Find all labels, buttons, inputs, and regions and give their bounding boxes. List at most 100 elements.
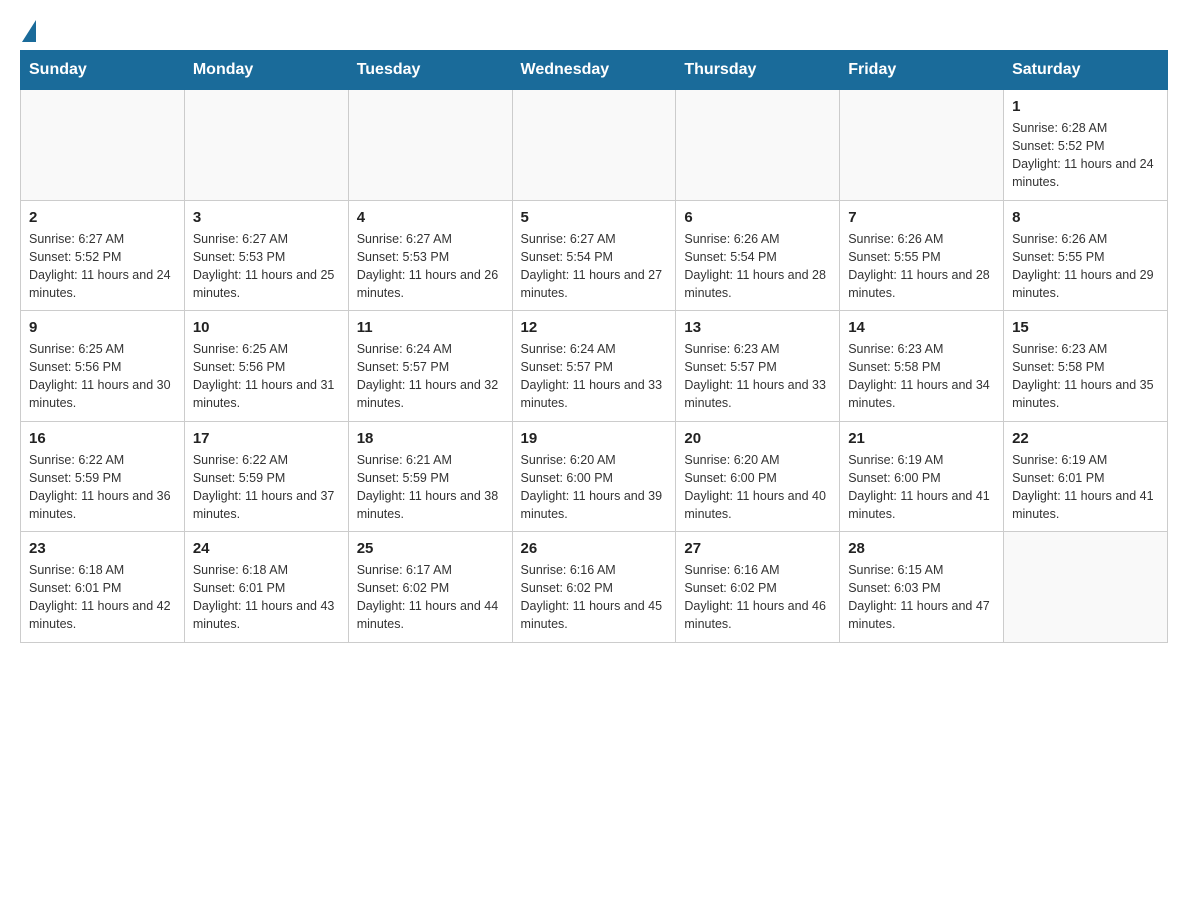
calendar-cell: 16Sunrise: 6:22 AM Sunset: 5:59 PM Dayli… <box>21 421 185 532</box>
day-info: Sunrise: 6:23 AM Sunset: 5:58 PM Dayligh… <box>1012 340 1159 413</box>
calendar-cell: 12 Sunrise: 6:24 AM Sunset: 5:57 PM Dayli… <box>512 311 676 422</box>
day-number: 28 <box>848 540 995 557</box>
day-info: Sunrise: 6:16 AM Sunset: 6:02 PM Dayligh… <box>684 561 831 634</box>
day-info: Sunrise: 6:21 AM Sunset: 5:59 PM Dayligh… <box>357 451 504 524</box>
day-header-thursday: Thursday <box>676 51 840 90</box>
day-number: 21 <box>848 430 995 447</box>
day-info: Sunrise: 6:26 AM Sunset: 5:54 PM Dayligh… <box>684 230 831 303</box>
day-number: 6 <box>684 209 831 226</box>
day-header-sunday: Sunday <box>21 51 185 90</box>
calendar-cell: 23 Sunrise: 6:18 AM Sunset: 6:01 PM Dayli… <box>21 532 185 643</box>
day-number: 10 <box>193 319 340 336</box>
calendar-cell <box>840 90 1004 201</box>
day-number: 19 <box>521 430 668 447</box>
calendar-cell: 28 Sunrise: 6:15 AM Sunset: 6:03 PM Dayli… <box>840 532 1004 643</box>
calendar-cell: 21 Sunrise: 6:19 AM Sunset: 6:00 PM Dayli… <box>840 421 1004 532</box>
day-info: Sunrise: 6:27 AM Sunset: 5:53 PM Dayligh… <box>357 230 504 303</box>
calendar-cell: 9 Sunrise: 6:25 AM Sunset: 5:56 PM Daylig… <box>21 311 185 422</box>
day-number: 14 <box>848 319 995 336</box>
calendar-cell: 4 Sunrise: 6:27 AM Sunset: 5:53 PM Daylig… <box>348 200 512 311</box>
day-info: Sunrise: 6:25 AM Sunset: 5:56 PM Dayligh… <box>193 340 340 413</box>
page-header <box>20 20 1168 40</box>
day-info: Sunrise: 6:27 AM Sunset: 5:53 PM Dayligh… <box>193 230 340 303</box>
day-number: 4 <box>357 209 504 226</box>
day-number: 22 <box>1012 430 1159 447</box>
calendar-cell: 26 Sunrise: 6:16 AM Sunset: 6:02 PM Dayli… <box>512 532 676 643</box>
calendar-cell: 3 Sunrise: 6:27 AM Sunset: 5:53 PM Daylig… <box>184 200 348 311</box>
day-info: Sunrise: 6:26 AM Sunset: 5:55 PM Dayligh… <box>848 230 995 303</box>
week-row-4: 16Sunrise: 6:22 AM Sunset: 5:59 PM Dayli… <box>21 421 1168 532</box>
day-info: Sunrise: 6:18 AM Sunset: 6:01 PM Dayligh… <box>193 561 340 634</box>
day-info: Sunrise: 6:20 AM Sunset: 6:00 PM Dayligh… <box>684 451 831 524</box>
day-number: 16 <box>29 430 176 447</box>
calendar-cell: 20 Sunrise: 6:20 AM Sunset: 6:00 PM Dayli… <box>676 421 840 532</box>
calendar-cell: 22 Sunrise: 6:19 AM Sunset: 6:01 PM Dayli… <box>1004 421 1168 532</box>
calendar-cell: 11Sunrise: 6:24 AM Sunset: 5:57 PM Dayli… <box>348 311 512 422</box>
day-number: 20 <box>684 430 831 447</box>
day-number: 17 <box>193 430 340 447</box>
day-info: Sunrise: 6:26 AM Sunset: 5:55 PM Dayligh… <box>1012 230 1159 303</box>
calendar-cell <box>1004 532 1168 643</box>
calendar-cell: 1 Sunrise: 6:28 AM Sunset: 5:52 PM Daylig… <box>1004 90 1168 201</box>
calendar-cell: 18 Sunrise: 6:21 AM Sunset: 5:59 PM Dayli… <box>348 421 512 532</box>
week-row-1: 1 Sunrise: 6:28 AM Sunset: 5:52 PM Daylig… <box>21 90 1168 201</box>
calendar-cell: 2 Sunrise: 6:27 AM Sunset: 5:52 PM Daylig… <box>21 200 185 311</box>
day-number: 23 <box>29 540 176 557</box>
week-row-5: 23 Sunrise: 6:18 AM Sunset: 6:01 PM Dayli… <box>21 532 1168 643</box>
calendar-cell <box>512 90 676 201</box>
day-number: 26 <box>521 540 668 557</box>
days-of-week-row: SundayMondayTuesdayWednesdayThursdayFrid… <box>21 51 1168 90</box>
day-info: Sunrise: 6:20 AM Sunset: 6:00 PM Dayligh… <box>521 451 668 524</box>
calendar-cell: 10 Sunrise: 6:25 AM Sunset: 5:56 PM Dayli… <box>184 311 348 422</box>
day-number: 27 <box>684 540 831 557</box>
day-number: 18 <box>357 430 504 447</box>
day-number: 3 <box>193 209 340 226</box>
day-info: Sunrise: 6:27 AM Sunset: 5:52 PM Dayligh… <box>29 230 176 303</box>
calendar-cell: 13 Sunrise: 6:23 AM Sunset: 5:57 PM Dayli… <box>676 311 840 422</box>
day-header-monday: Monday <box>184 51 348 90</box>
calendar-cell: 6 Sunrise: 6:26 AM Sunset: 5:54 PM Daylig… <box>676 200 840 311</box>
calendar-table: SundayMondayTuesdayWednesdayThursdayFrid… <box>20 50 1168 643</box>
day-info: Sunrise: 6:16 AM Sunset: 6:02 PM Dayligh… <box>521 561 668 634</box>
day-info: Sunrise: 6:24 AM Sunset: 5:57 PM Dayligh… <box>357 340 504 413</box>
logo-triangle-icon <box>22 20 36 42</box>
day-number: 25 <box>357 540 504 557</box>
day-header-friday: Friday <box>840 51 1004 90</box>
calendar-cell: 8 Sunrise: 6:26 AM Sunset: 5:55 PM Daylig… <box>1004 200 1168 311</box>
day-number: 8 <box>1012 209 1159 226</box>
day-number: 12 <box>521 319 668 336</box>
day-number: 7 <box>848 209 995 226</box>
calendar-header: SundayMondayTuesdayWednesdayThursdayFrid… <box>21 51 1168 90</box>
day-info: Sunrise: 6:24 AM Sunset: 5:57 PM Dayligh… <box>521 340 668 413</box>
day-info: Sunrise: 6:19 AM Sunset: 6:01 PM Dayligh… <box>1012 451 1159 524</box>
day-info: Sunrise: 6:15 AM Sunset: 6:03 PM Dayligh… <box>848 561 995 634</box>
day-info: Sunrise: 6:23 AM Sunset: 5:57 PM Dayligh… <box>684 340 831 413</box>
calendar-cell: 7 Sunrise: 6:26 AM Sunset: 5:55 PM Daylig… <box>840 200 1004 311</box>
day-number: 13 <box>684 319 831 336</box>
calendar-cell <box>21 90 185 201</box>
calendar-cell: 14 Sunrise: 6:23 AM Sunset: 5:58 PM Dayli… <box>840 311 1004 422</box>
week-row-2: 2 Sunrise: 6:27 AM Sunset: 5:52 PM Daylig… <box>21 200 1168 311</box>
calendar-cell <box>184 90 348 201</box>
calendar-body: 1 Sunrise: 6:28 AM Sunset: 5:52 PM Daylig… <box>21 90 1168 643</box>
day-info: Sunrise: 6:18 AM Sunset: 6:01 PM Dayligh… <box>29 561 176 634</box>
day-number: 15 <box>1012 319 1159 336</box>
day-info: Sunrise: 6:25 AM Sunset: 5:56 PM Dayligh… <box>29 340 176 413</box>
day-info: Sunrise: 6:19 AM Sunset: 6:00 PM Dayligh… <box>848 451 995 524</box>
week-row-3: 9 Sunrise: 6:25 AM Sunset: 5:56 PM Daylig… <box>21 311 1168 422</box>
day-header-wednesday: Wednesday <box>512 51 676 90</box>
calendar-cell <box>676 90 840 201</box>
calendar-cell: 17Sunrise: 6:22 AM Sunset: 5:59 PM Dayli… <box>184 421 348 532</box>
calendar-cell: 25Sunrise: 6:17 AM Sunset: 6:02 PM Dayli… <box>348 532 512 643</box>
day-number: 5 <box>521 209 668 226</box>
day-number: 2 <box>29 209 176 226</box>
day-number: 9 <box>29 319 176 336</box>
day-header-tuesday: Tuesday <box>348 51 512 90</box>
day-number: 24 <box>193 540 340 557</box>
calendar-cell: 5Sunrise: 6:27 AM Sunset: 5:54 PM Daylig… <box>512 200 676 311</box>
calendar-cell: 19 Sunrise: 6:20 AM Sunset: 6:00 PM Dayli… <box>512 421 676 532</box>
logo <box>20 20 36 40</box>
day-info: Sunrise: 6:23 AM Sunset: 5:58 PM Dayligh… <box>848 340 995 413</box>
day-number: 1 <box>1012 98 1159 115</box>
day-info: Sunrise: 6:28 AM Sunset: 5:52 PM Dayligh… <box>1012 119 1159 192</box>
